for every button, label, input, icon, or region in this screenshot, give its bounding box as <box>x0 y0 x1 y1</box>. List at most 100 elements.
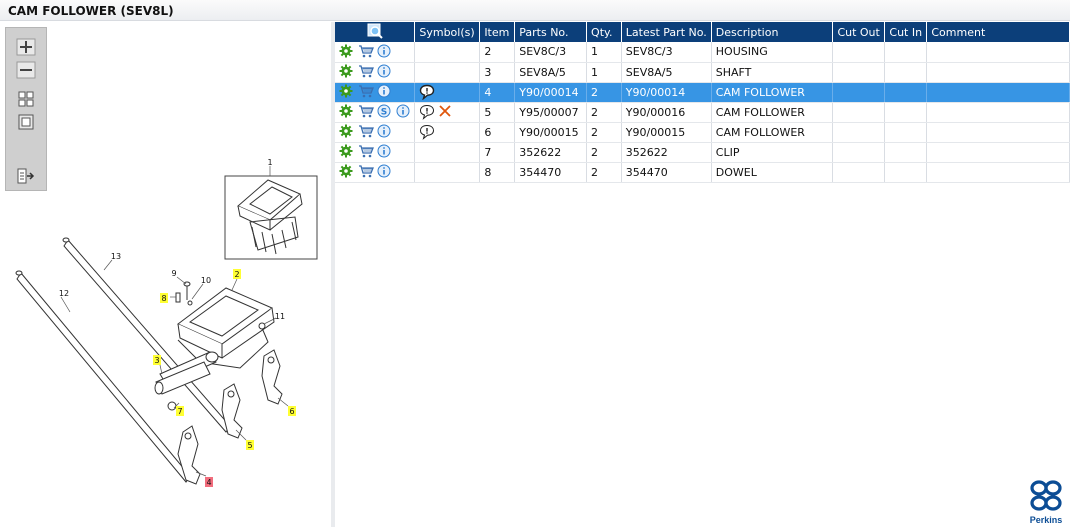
cell-cut-in <box>884 82 928 103</box>
cell-latest-part-no: SEV8C/3 <box>621 42 712 63</box>
table-row[interactable]: 4 Y90/00014 2 Y90/00014 CAM FOLLOWER <box>335 82 1070 103</box>
info-icon[interactable] <box>377 64 393 80</box>
table-row[interactable]: S 5 Y95/00007 2 Y90/00016 CAM FOLLOWER <box>335 102 1070 123</box>
cell-qty: 2 <box>586 82 622 103</box>
row-actions <box>335 122 416 143</box>
info-icon[interactable] <box>377 144 393 160</box>
header-cut-in[interactable]: Cut In <box>884 22 928 42</box>
grid-view-icon[interactable] <box>16 90 36 108</box>
header-parts-no[interactable]: Parts No. <box>514 22 588 42</box>
header-cut-out[interactable]: Cut Out <box>832 22 886 42</box>
row-actions: S <box>335 102 416 123</box>
info-icon[interactable] <box>377 164 393 180</box>
header-item[interactable]: Item <box>479 22 516 42</box>
parts-list-pane: Symbol(s) Item Parts No. Qty. Latest Par… <box>335 22 1070 527</box>
row-symbols <box>414 102 481 123</box>
diagram-pane[interactable]: 1 2 3 4 5 6 7 8 9 10 11 12 13 <box>0 22 331 527</box>
callout-label: 3 <box>154 356 159 365</box>
callout-10: 10 <box>201 276 211 285</box>
export-icon[interactable] <box>16 167 36 185</box>
table-row[interactable]: 6 Y90/00015 2 Y90/00015 CAM FOLLOWER <box>335 122 1070 143</box>
callout-8[interactable]: 8 <box>160 293 168 303</box>
settings-gear-icon[interactable] <box>339 44 355 60</box>
cell-item: 4 <box>479 82 516 103</box>
callout-label: 11 <box>275 312 285 321</box>
callout-label: 6 <box>289 407 294 416</box>
settings-gear-icon[interactable] <box>339 144 355 160</box>
cell-comment <box>926 82 1070 103</box>
cart-icon[interactable] <box>358 44 374 60</box>
callout-7[interactable]: 7 <box>176 406 184 416</box>
cell-cut-in <box>884 162 928 183</box>
header-latest-part-no[interactable]: Latest Part No. <box>621 22 712 42</box>
perkins-logo-mark <box>1030 480 1062 511</box>
cell-comment <box>926 42 1070 63</box>
cart-icon[interactable] <box>358 164 374 180</box>
callout-11: 11 <box>275 312 285 321</box>
info-icon[interactable] <box>377 84 393 100</box>
cell-parts-no: SEV8C/3 <box>514 42 588 63</box>
callout-2[interactable]: 2 <box>233 269 241 279</box>
zoom-out-icon[interactable] <box>16 61 36 79</box>
table-row[interactable]: 2 SEV8C/3 1 SEV8C/3 HOUSING <box>335 42 1070 63</box>
row-actions <box>335 82 416 103</box>
cell-cut-in <box>884 142 928 163</box>
callout-6[interactable]: 6 <box>288 406 296 416</box>
cell-cut-out <box>832 122 886 143</box>
magnifier-icon[interactable] <box>367 23 383 39</box>
cell-description: CAM FOLLOWER <box>711 102 834 123</box>
parts-table: Symbol(s) Item Parts No. Qty. Latest Par… <box>335 22 1070 183</box>
callout-5[interactable]: 5 <box>246 440 254 450</box>
callout-label: 8 <box>161 294 166 303</box>
cell-description: CLIP <box>711 142 834 163</box>
logo-text: Perkins <box>1029 515 1063 525</box>
cart-icon[interactable] <box>358 84 374 100</box>
callout-label: 2 <box>234 270 239 279</box>
header-qty[interactable]: Qty. <box>586 22 622 42</box>
callout-9: 9 <box>171 269 176 278</box>
cell-cut-in <box>884 62 928 83</box>
cart-icon[interactable] <box>358 104 374 120</box>
header-comment[interactable]: Comment <box>926 22 1070 42</box>
cart-icon[interactable] <box>358 144 374 160</box>
header-search[interactable] <box>335 22 416 42</box>
remove-x-icon[interactable] <box>438 104 454 120</box>
table-row[interactable]: 7 352622 2 352622 CLIP <box>335 142 1070 163</box>
bolt-drawing <box>175 281 193 306</box>
cell-latest-part-no: Y90/00014 <box>621 82 712 103</box>
cart-icon[interactable] <box>358 64 374 80</box>
cell-latest-part-no: SEV8A/5 <box>621 62 712 83</box>
table-row[interactable]: 8 354470 2 354470 DOWEL <box>335 162 1070 183</box>
note-icon[interactable] <box>419 124 435 140</box>
cell-qty: 2 <box>586 122 622 143</box>
cell-parts-no: SEV8A/5 <box>514 62 588 83</box>
settings-gear-icon[interactable] <box>339 104 355 120</box>
info-icon[interactable] <box>377 44 393 60</box>
settings-gear-icon[interactable] <box>339 64 355 80</box>
settings-gear-icon[interactable] <box>339 124 355 140</box>
note-icon[interactable] <box>419 104 435 120</box>
callout-1: 1 <box>267 158 272 167</box>
table-row[interactable]: 3 SEV8A/5 1 SEV8A/5 SHAFT <box>335 62 1070 83</box>
info-icon[interactable] <box>396 104 412 120</box>
cell-cut-out <box>832 62 886 83</box>
cart-icon[interactable] <box>358 124 374 140</box>
cell-comment <box>926 62 1070 83</box>
fit-view-icon[interactable] <box>16 113 36 131</box>
callout-12: 12 <box>59 289 69 298</box>
cell-item: 5 <box>479 102 516 123</box>
cell-cut-out <box>832 162 886 183</box>
cell-cut-out <box>832 42 886 63</box>
callout-3[interactable]: 3 <box>153 355 161 365</box>
settings-gear-icon[interactable] <box>339 164 355 180</box>
cell-parts-no: Y95/00007 <box>514 102 588 123</box>
settings-gear-icon[interactable] <box>339 84 355 100</box>
header-description[interactable]: Description <box>711 22 834 42</box>
note-icon[interactable] <box>419 84 435 100</box>
zoom-in-icon[interactable] <box>16 38 36 56</box>
service-s-icon[interactable]: S <box>377 104 393 120</box>
header-symbols[interactable]: Symbol(s) <box>414 22 481 42</box>
cell-latest-part-no: Y90/00015 <box>621 122 712 143</box>
callout-4[interactable]: 4 <box>205 477 213 487</box>
info-icon[interactable] <box>377 124 393 140</box>
